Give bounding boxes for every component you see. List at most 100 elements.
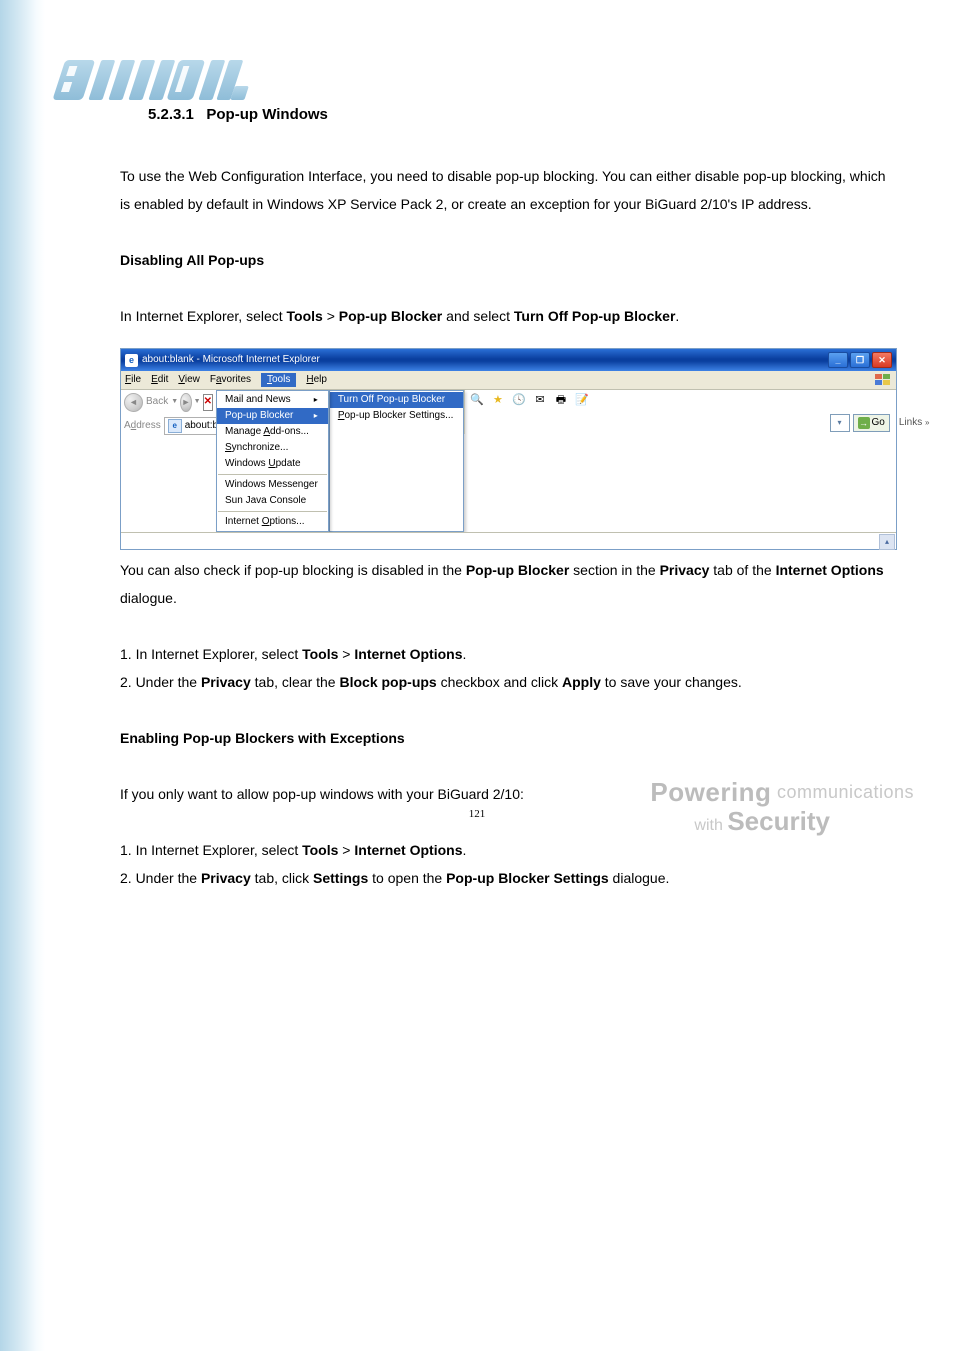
print-icon[interactable]: 🖶 bbox=[553, 394, 568, 409]
text: dialogue. bbox=[120, 590, 177, 606]
intro-paragraph: To use the Web Configuration Interface, … bbox=[120, 162, 894, 218]
chevron-down-icon: ▼ bbox=[171, 398, 178, 406]
bold-tools: Tools bbox=[302, 646, 338, 662]
address-dropdown-icon[interactable]: ▾ bbox=[830, 414, 850, 432]
text: > bbox=[338, 842, 354, 858]
bold-privacy: Privacy bbox=[201, 870, 251, 886]
menu-help[interactable]: Help bbox=[306, 374, 327, 386]
bold-internet-options: Internet Options bbox=[776, 562, 884, 578]
menu-item-popup-blocker[interactable]: Pop-up Blocker▸ bbox=[217, 408, 328, 424]
text: section in the bbox=[569, 562, 659, 578]
mail-icon[interactable]: ✉ bbox=[532, 394, 547, 409]
text: . bbox=[463, 646, 467, 662]
text: to open the bbox=[368, 870, 446, 886]
text: 2. Under the bbox=[120, 674, 201, 690]
bold-popup-blocker-settings: Pop-up Blocker Settings bbox=[446, 870, 609, 886]
window-titlebar: e about:blank - Microsoft Internet Explo… bbox=[121, 349, 896, 371]
favorites-icon[interactable]: ★ bbox=[490, 394, 505, 409]
menu-edit[interactable]: Edit bbox=[151, 374, 168, 386]
text: to save your changes. bbox=[601, 674, 742, 690]
text: You can also check if pop-up blocking is… bbox=[120, 562, 466, 578]
section-heading: 5.2.3.1 Pop-up Windows bbox=[148, 100, 894, 130]
links-label[interactable]: Links » bbox=[899, 417, 930, 429]
menu-tools[interactable]: Tools bbox=[261, 373, 296, 387]
text: tab, click bbox=[251, 870, 313, 886]
menu-item-synchronize[interactable]: Synchronize... bbox=[217, 440, 328, 456]
window-maximize-button[interactable]: ❐ bbox=[850, 352, 870, 368]
scrollbar-up-button[interactable]: ▴ bbox=[879, 534, 895, 550]
search-icon[interactable]: 🔍 bbox=[469, 394, 484, 409]
window-minimize-button[interactable]: _ bbox=[828, 352, 848, 368]
submenu-settings[interactable]: Pop-up Blocker Settings... bbox=[330, 408, 464, 424]
text: 2. Under the bbox=[120, 870, 201, 886]
bold-popup: Pop-up Blocker bbox=[466, 562, 569, 578]
chevron-right-icon: ▸ bbox=[314, 411, 318, 421]
enable-paragraph: If you only want to allow pop-up windows… bbox=[120, 780, 894, 808]
window-title: about:blank - Microsoft Internet Explore… bbox=[142, 354, 828, 366]
tools-dropdown: Mail and News▸ Pop-up Blocker▸ Manage Ad… bbox=[216, 390, 329, 532]
text: tab of the bbox=[709, 562, 775, 578]
back-button[interactable]: ◄ Back ▼ bbox=[124, 393, 178, 412]
text: . bbox=[675, 308, 679, 324]
page-side-gradient bbox=[0, 0, 45, 1351]
menu-file[interactable]: File bbox=[125, 374, 141, 386]
ie-window: e about:blank - Microsoft Internet Explo… bbox=[120, 348, 897, 550]
heading-enabling: Enabling Pop-up Blockers with Exceptions bbox=[120, 724, 894, 752]
text: 1. In Internet Explorer, select bbox=[120, 842, 302, 858]
menu-item-sun-java[interactable]: Sun Java Console bbox=[217, 493, 328, 509]
back-label: Back bbox=[146, 396, 168, 408]
ie-app-icon: e bbox=[125, 354, 138, 367]
heading-disabling: Disabling All Pop-ups bbox=[120, 246, 894, 274]
go-label: Go bbox=[872, 417, 885, 429]
menu-separator bbox=[218, 474, 327, 475]
menu-favorites[interactable]: Favorites bbox=[210, 374, 251, 386]
bold-privacy: Privacy bbox=[201, 674, 251, 690]
menu-view[interactable]: View bbox=[178, 374, 200, 386]
text: . bbox=[463, 842, 467, 858]
nav-toolbar-left: ◄ Back ▼ ► ▼ ✕ bbox=[121, 390, 216, 414]
chevron-right-icon: ▸ bbox=[314, 395, 318, 405]
section-number: 5.2.3.1 bbox=[148, 106, 194, 123]
menu-item-mail-news[interactable]: Mail and News▸ bbox=[217, 392, 328, 408]
text: tab, clear the bbox=[251, 674, 340, 690]
menu-item-windows-update[interactable]: Windows Update bbox=[217, 456, 328, 472]
menubar: File Edit View Favorites Tools Help bbox=[121, 371, 896, 390]
menu-item-manage-addons[interactable]: Manage Add-ons... bbox=[217, 424, 328, 440]
bold-popup-blocker: Pop-up Blocker bbox=[339, 308, 442, 324]
toolbar-right: 🔍 ★ 🕓 ✉ 🖶 📝 bbox=[464, 390, 933, 412]
text: > bbox=[338, 646, 354, 662]
disable-instruction: In Internet Explorer, select Tools > Pop… bbox=[120, 302, 894, 330]
menu-item-windows-messenger[interactable]: Windows Messenger bbox=[217, 477, 328, 493]
submenu-turn-off[interactable]: Turn Off Pop-up Blocker bbox=[330, 392, 464, 408]
enable-step-1: 1. In Internet Explorer, select Tools > … bbox=[120, 836, 894, 864]
step-2: 2. Under the Privacy tab, clear the Bloc… bbox=[120, 668, 894, 696]
text: checkbox and click bbox=[437, 674, 562, 690]
text: > bbox=[323, 308, 339, 324]
forward-button[interactable]: ► bbox=[180, 393, 192, 412]
back-arrow-icon: ◄ bbox=[124, 393, 143, 412]
menu-item-internet-options[interactable]: Internet Options... bbox=[217, 514, 328, 530]
windows-flag-icon bbox=[874, 373, 892, 387]
bold-turn-off: Turn Off Pop-up Blocker bbox=[514, 308, 676, 324]
text: In Internet Explorer, select bbox=[120, 308, 287, 324]
address-bar-right: ▾ → Go Links » bbox=[464, 412, 933, 434]
edit-icon[interactable]: 📝 bbox=[574, 394, 589, 409]
window-close-button[interactable]: ✕ bbox=[872, 352, 892, 368]
go-arrow-icon: → bbox=[858, 417, 870, 429]
popup-blocker-submenu: Turn Off Pop-up Blocker Pop-up Blocker S… bbox=[329, 390, 465, 532]
step-1: 1. In Internet Explorer, select Tools > … bbox=[120, 640, 894, 668]
section-title: Pop-up Windows bbox=[206, 106, 328, 123]
browser-content-area: ▴ bbox=[121, 532, 896, 549]
menu-separator bbox=[218, 511, 327, 512]
text: dialogue. bbox=[609, 870, 670, 886]
go-button[interactable]: → Go bbox=[853, 414, 890, 432]
page-icon: e bbox=[168, 419, 182, 433]
bold-apply: Apply bbox=[562, 674, 601, 690]
history-icon[interactable]: 🕓 bbox=[511, 394, 526, 409]
text: and select bbox=[442, 308, 514, 324]
stop-button[interactable]: ✕ bbox=[203, 394, 213, 411]
chevron-down-icon: ▼ bbox=[194, 398, 201, 406]
address-bar-left: Address e about:blank bbox=[121, 414, 216, 438]
text: 1. In Internet Explorer, select bbox=[120, 646, 302, 662]
bold-privacy: Privacy bbox=[660, 562, 710, 578]
